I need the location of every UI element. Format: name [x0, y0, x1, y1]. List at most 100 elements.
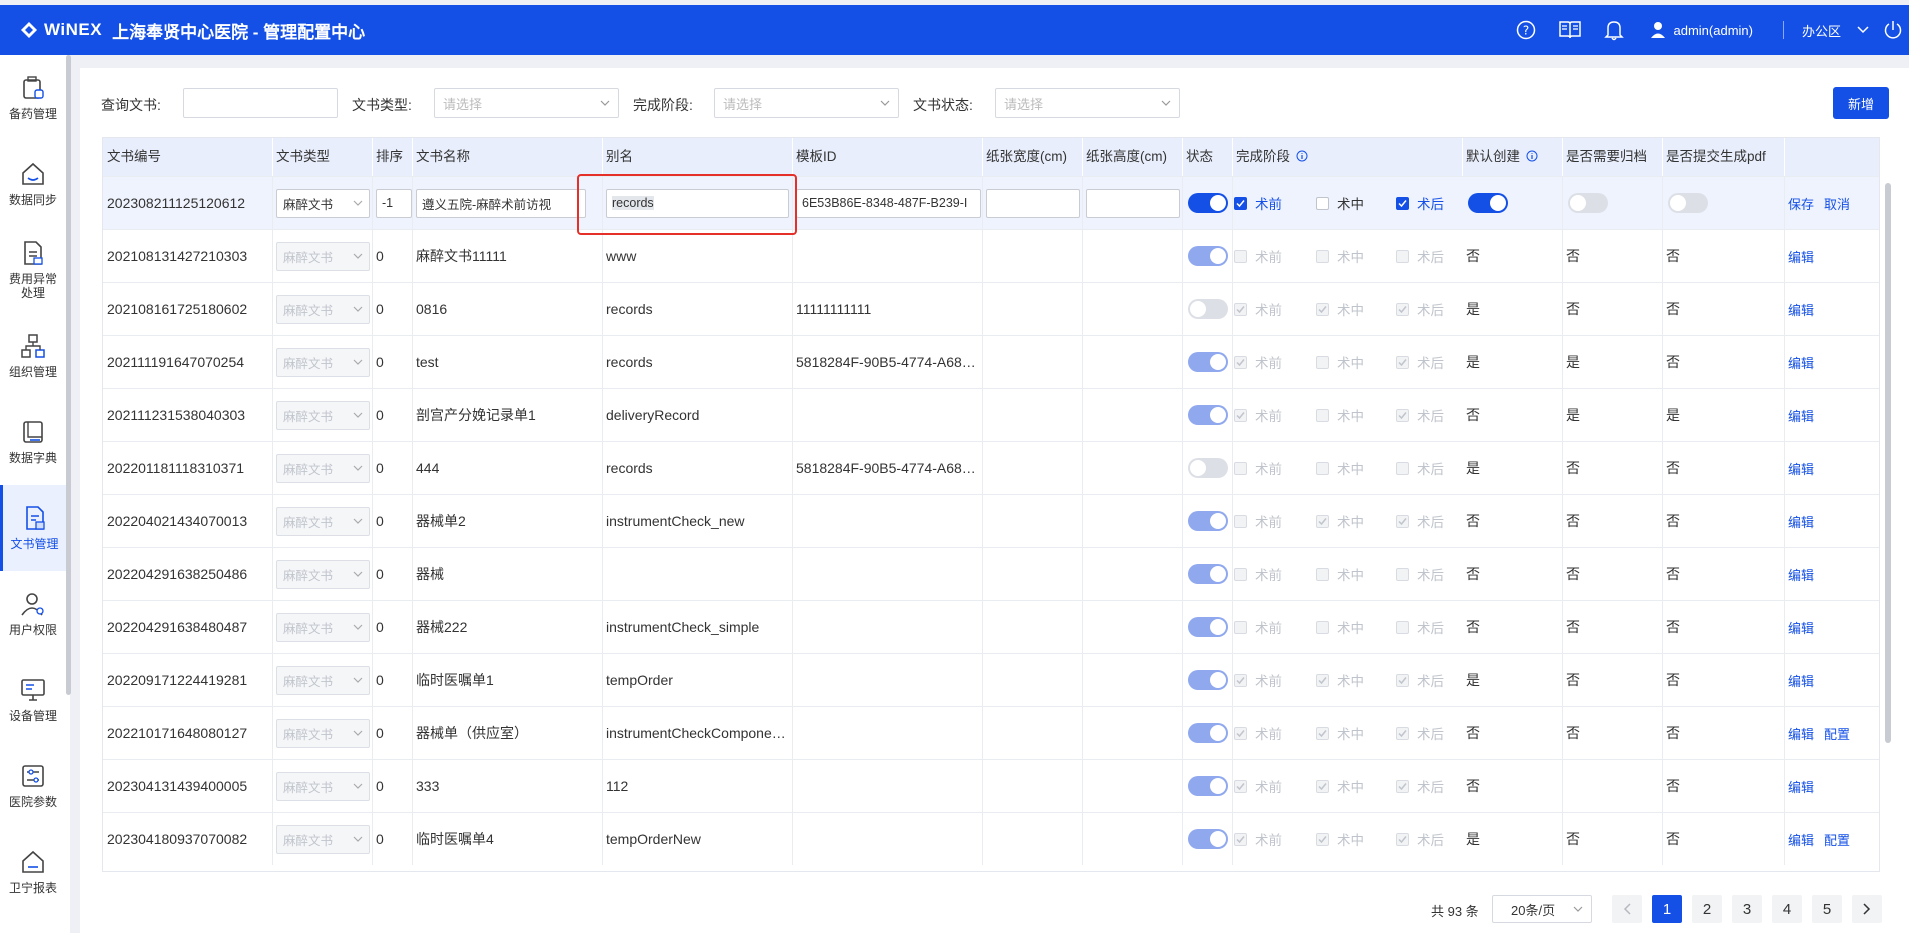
table-cell — [793, 813, 983, 865]
status-toggle[interactable] — [1188, 246, 1228, 266]
stage-checkbox-0[interactable]: 术前 — [1234, 177, 1282, 229]
table-cell: 否 — [1663, 442, 1785, 494]
chevron-down-icon — [1573, 906, 1583, 912]
status-toggle[interactable] — [1188, 458, 1228, 478]
check-icon — [1236, 835, 1245, 843]
table-cell: 否 — [1563, 442, 1663, 494]
paper-width-input[interactable] — [986, 188, 1080, 218]
page-1-button[interactable]: 1 — [1652, 895, 1682, 923]
cancel-link[interactable]: 取消 — [1824, 194, 1850, 213]
edit-link[interactable]: 编辑 — [1788, 671, 1814, 690]
status-toggle[interactable] — [1188, 405, 1228, 425]
edit-link[interactable]: 编辑 — [1788, 565, 1814, 584]
archive-value: 否 — [1566, 831, 1580, 847]
template-id-input[interactable]: 6E53B86E-8348-487F-B239-I — [796, 188, 981, 218]
app-logo[interactable]: WiNEX 上海奉贤中心医院 - 管理配置中心 — [20, 18, 365, 43]
paper-height-input[interactable] — [1086, 188, 1180, 218]
sidebar-item-medicine[interactable]: 备药管理 — [0, 55, 66, 141]
table-cell — [1183, 601, 1233, 653]
status-toggle[interactable] — [1188, 511, 1228, 531]
stage-checkbox-0: 术前 — [1234, 760, 1282, 812]
status-toggle[interactable] — [1468, 193, 1508, 213]
edit-link[interactable]: 编辑 — [1788, 512, 1814, 531]
prev-page-button[interactable] — [1612, 895, 1642, 923]
sidebar-item-dictionary[interactable]: 数据字典 — [0, 399, 66, 485]
status-toggle[interactable] — [1668, 193, 1708, 213]
document-code: 202111231538040303 — [107, 407, 246, 423]
status-toggle[interactable] — [1188, 564, 1228, 584]
edit-link[interactable]: 编辑 — [1788, 724, 1814, 743]
table-cell: 是 — [1463, 336, 1563, 388]
office-switcher[interactable]: 办公区 — [1802, 21, 1869, 40]
doc-type-select[interactable]: 请选择 — [434, 88, 619, 118]
doc-query-input[interactable] — [183, 88, 338, 118]
page-4-button[interactable]: 4 — [1772, 895, 1802, 923]
checkbox[interactable] — [1234, 196, 1247, 210]
order-input[interactable]: -1 — [376, 188, 412, 218]
info-icon[interactable] — [1526, 150, 1538, 162]
sidebar-item-devices[interactable]: 设备管理 — [0, 657, 66, 743]
status-toggle[interactable] — [1188, 723, 1228, 743]
edit-link[interactable]: 编辑 — [1788, 406, 1814, 425]
sidebar-item-user-permissions[interactable]: 用户权限 — [0, 571, 66, 657]
power-icon[interactable] — [1881, 18, 1905, 42]
save-link[interactable]: 保存 — [1788, 194, 1814, 213]
help-icon[interactable]: ? — [1514, 18, 1538, 42]
status-toggle[interactable] — [1568, 193, 1608, 213]
table-scrollbar[interactable] — [1885, 183, 1891, 743]
sidebar-item-fee-exception[interactable]: 费用异常处理 — [0, 227, 66, 313]
page-3-button[interactable]: 3 — [1732, 895, 1762, 923]
table-cell: records — [603, 336, 793, 388]
stage-select[interactable]: 请选择 — [714, 88, 899, 118]
chevron-down-icon — [353, 783, 363, 789]
add-button[interactable]: 新增 — [1833, 87, 1889, 119]
edit-link[interactable]: 编辑 — [1788, 777, 1814, 796]
manual-book-icon[interactable] — [1558, 18, 1582, 42]
sidebar-item-hospital-params[interactable]: 医院参数 — [0, 743, 66, 829]
status-toggle[interactable] — [1188, 670, 1228, 690]
stage-checkbox-1[interactable]: 术中 — [1316, 177, 1364, 229]
config-link[interactable]: 配置 — [1824, 830, 1850, 849]
page-5-button[interactable]: 5 — [1812, 895, 1842, 923]
sidebar-item-data-sync[interactable]: 数据同步 — [0, 141, 66, 227]
table-cell: tempOrderNew — [603, 813, 793, 865]
edit-link[interactable]: 编辑 — [1788, 459, 1814, 478]
stage-checkbox-2[interactable]: 术后 — [1396, 177, 1444, 229]
status-toggle[interactable] — [1188, 299, 1228, 319]
status-toggle[interactable] — [1188, 829, 1228, 849]
info-icon[interactable] — [1296, 150, 1308, 162]
doc-type-select[interactable]: 麻醉文书 — [276, 188, 370, 218]
edit-link[interactable]: 编辑 — [1788, 830, 1814, 849]
page-size-select[interactable]: 20条/页 — [1492, 895, 1592, 923]
name-input[interactable]: 遵义五院-麻醉术前访视 — [416, 188, 586, 218]
status-select[interactable]: 请选择 — [995, 88, 1180, 118]
config-link[interactable]: 配置 — [1824, 724, 1850, 743]
edit-link[interactable]: 编辑 — [1788, 618, 1814, 637]
checkbox[interactable] — [1396, 196, 1409, 210]
stage-label: 术后 — [1417, 727, 1444, 742]
sidebar-item-reports[interactable]: 卫宁报表 — [0, 829, 66, 915]
stage-label: 术中 — [1337, 833, 1364, 848]
checkbox[interactable] — [1316, 196, 1329, 210]
status-toggle[interactable] — [1188, 776, 1228, 796]
checkbox — [1234, 779, 1247, 793]
status-toggle[interactable] — [1188, 193, 1228, 213]
column-header-label: 文书名称 — [416, 149, 470, 164]
next-page-button[interactable] — [1852, 895, 1882, 923]
status-toggle[interactable] — [1188, 352, 1228, 372]
bell-icon[interactable] — [1602, 18, 1626, 42]
edit-link[interactable]: 编辑 — [1788, 353, 1814, 372]
checkbox — [1396, 673, 1409, 687]
edit-link[interactable]: 编辑 — [1788, 300, 1814, 319]
page-2-button[interactable]: 2 — [1692, 895, 1722, 923]
sidebar-scrollbar[interactable] — [66, 55, 71, 695]
chevron-down-icon — [353, 359, 363, 365]
sidebar-item-documents[interactable]: 文书管理 — [0, 485, 66, 571]
table-cell — [793, 389, 983, 441]
sidebar-item-org[interactable]: 组织管理 — [0, 313, 66, 399]
user-menu[interactable]: admin(admin) — [1650, 21, 1753, 39]
edit-link[interactable]: 编辑 — [1788, 247, 1814, 266]
table-cell: 保存 取消 — [1785, 177, 1879, 229]
status-toggle[interactable] — [1188, 617, 1228, 637]
table-cell: 否 — [1563, 283, 1663, 335]
